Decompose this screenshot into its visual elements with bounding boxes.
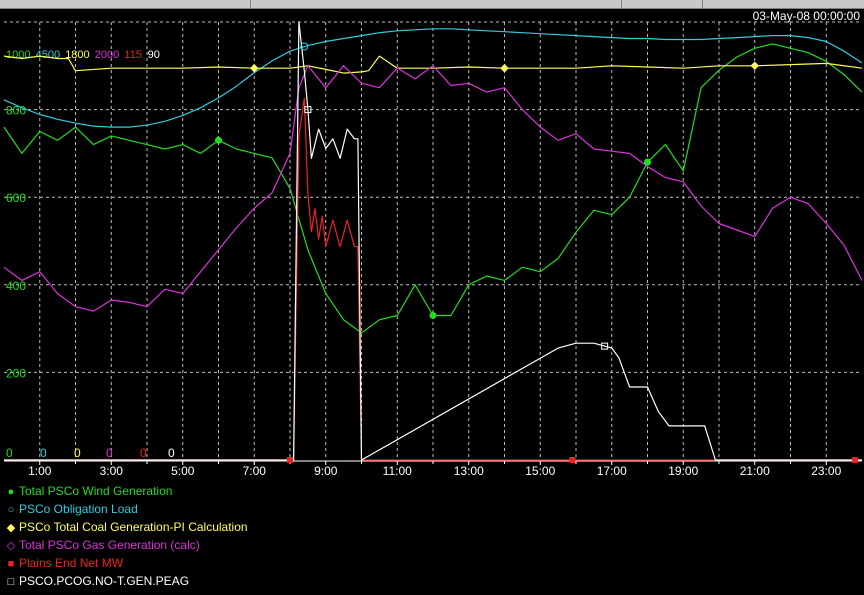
legend-marker-icon: □	[7, 576, 15, 588]
series-marker	[569, 457, 576, 463]
legend: ● Total PSCo Wind Generation ○ PSCo Obligat…	[6, 482, 248, 590]
legend-item: ◇ Total PSCo Gas Generation (calc)	[6, 536, 248, 554]
trend-chart[interactable]: 2004006008001:00 3:00 5:00 7:00 9:00 11:00 13:…	[0, 8, 864, 482]
legend-item: ◆ PSCo Total Coal Generation-PI Calculati…	[6, 518, 248, 536]
chart-window: 200 400 600 800 1:00 3:00 5:00 7:00 9:00 11:00 13:…	[0, 0, 864, 595]
toolbar-segment	[0, 0, 251, 8]
x-tick-label: 9:00	[314, 464, 338, 478]
series-marker	[500, 63, 509, 73]
legend-marker-icon: ■	[7, 558, 15, 570]
legend-marker-icon: ◆	[6, 522, 16, 534]
x-tick-label: 7:00	[243, 464, 267, 478]
series-marker	[750, 61, 759, 71]
x-tick-label: 19:00	[668, 464, 698, 478]
scale-max-label: 2000	[95, 49, 119, 61]
x-tick-label: 17:00	[597, 464, 627, 478]
legend-label: PSCO.PCOG.NO-T.GEN.PEAG	[19, 574, 190, 588]
legend-marker-icon: ●	[7, 486, 15, 498]
legend-label: PSCo Obligation Load	[19, 502, 138, 516]
scale-zero-label: 0	[140, 446, 147, 460]
scale-max-label: 90	[148, 49, 160, 61]
x-tick-label: 13:00	[454, 464, 484, 478]
legend-label: PSCo Total Coal Generation-PI Calculatio…	[19, 520, 248, 534]
toolbar-segment	[251, 0, 622, 8]
legend-item: □ PSCO.PCOG.NO-T.GEN.PEAG	[6, 572, 248, 590]
series-line	[3, 43, 863, 334]
y-tick-label: 600	[6, 191, 26, 205]
series-marker	[851, 457, 858, 463]
x-tick-label: 23:00	[811, 464, 841, 478]
x-tick-label: 5:00	[171, 464, 195, 478]
legend-label: Total PSCo Wind Generation	[19, 484, 173, 498]
y-tick-label: 400	[6, 279, 26, 293]
legend-item: ○ PSCo Obligation Load	[6, 500, 248, 518]
legend-label: Plains End Net MW	[19, 556, 124, 570]
y-tick-label: 200	[6, 366, 26, 380]
x-tick-label: 21:00	[740, 464, 770, 478]
legend-marker-icon: ○	[7, 504, 15, 516]
legend-marker-icon: ◇	[6, 540, 16, 552]
series-marker	[287, 457, 293, 463]
series-marker	[215, 136, 222, 144]
x-tick-label: 15:00	[525, 464, 555, 478]
scale-max-label: 115	[124, 49, 142, 61]
legend-item: ■ Plains End Net MW	[6, 554, 248, 572]
x-tick-label: 3:00	[100, 464, 124, 478]
scale-zero-label: 0	[6, 446, 13, 460]
series-marker	[429, 311, 437, 319]
scale-max-label: 1000	[6, 49, 30, 61]
series-line	[4, 97, 862, 461]
scale-zero-label: 0	[106, 446, 113, 460]
timestamp-label: 03-May-08 00:00:00	[753, 9, 861, 23]
scale-zero-label: 0	[74, 446, 81, 460]
scale-zero-label: 0	[40, 446, 47, 460]
toolbar-segment	[622, 0, 703, 8]
legend-label: Total PSCo Gas Generation (calc)	[19, 538, 200, 552]
scale-max-label: 4500	[36, 49, 60, 61]
scale-zero-label: 0	[168, 446, 175, 460]
legend-item: ● Total PSCo Wind Generation	[6, 482, 248, 500]
x-tick-label: 11:00	[383, 464, 412, 478]
series-marker	[644, 158, 651, 166]
x-tick-label: 1:00	[28, 464, 52, 478]
